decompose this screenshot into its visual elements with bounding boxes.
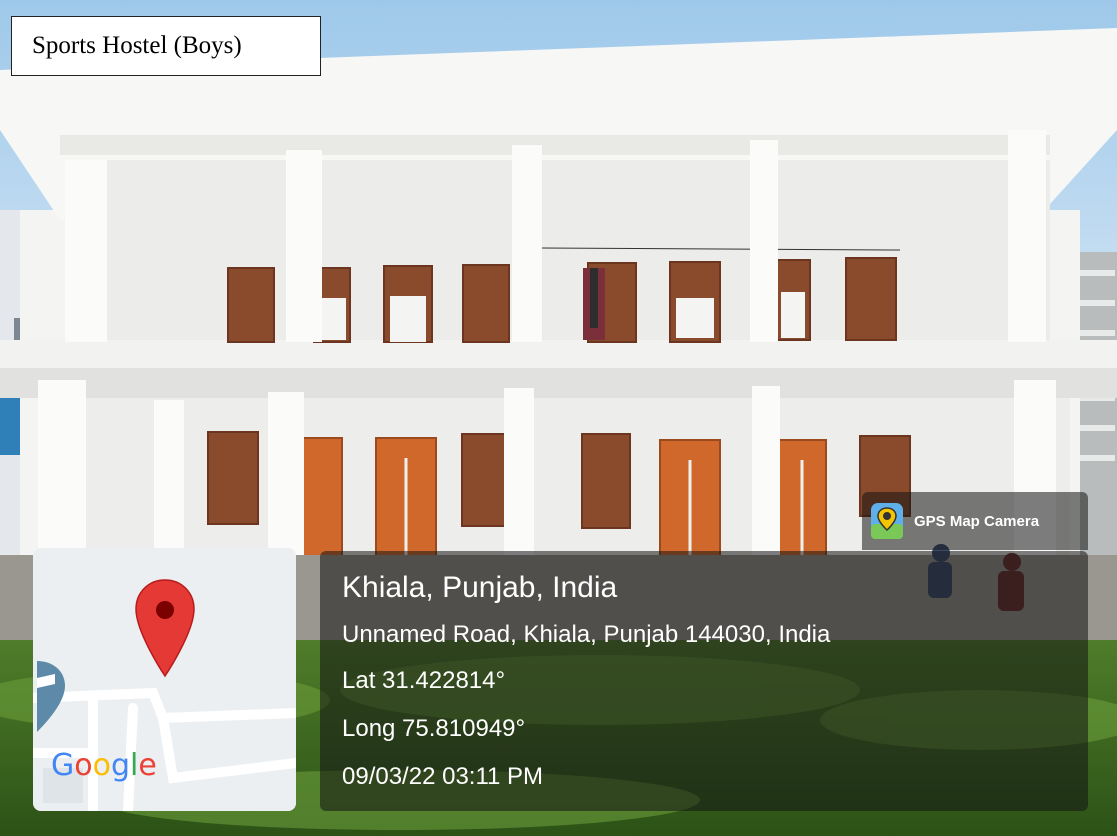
- latitude-value: Lat 31.422814°: [342, 667, 506, 694]
- location-title: Khiala, Punjab, India: [342, 571, 618, 604]
- google-logo: Google: [51, 748, 157, 783]
- gps-map-camera-label: GPS Map Camera: [914, 512, 1040, 530]
- google-logo-letter: o: [92, 748, 111, 783]
- location-info-panel: Khiala, Punjab, India Unnamed Road, Khia…: [320, 551, 1088, 811]
- datetime-value: 09/03/22 03:11 PM: [342, 763, 544, 790]
- education-place-icon: [37, 661, 65, 732]
- google-logo-letter: g: [110, 748, 131, 783]
- location-pin-icon: [135, 579, 195, 678]
- google-logo-letter: G: [51, 748, 75, 783]
- gps-map-camera-icon: [871, 503, 903, 539]
- longitude-value: Long 75.810949°: [342, 715, 526, 742]
- location-address: Unnamed Road, Khiala, Punjab 144030, Ind…: [342, 621, 831, 648]
- gps-map-camera-badge: GPS Map Camera: [862, 492, 1088, 550]
- photo-scene: Sports Hostel (Boys) GPS Map Camera Goog…: [0, 0, 1117, 836]
- map-thumbnail: Google: [33, 548, 296, 811]
- google-logo-letter: o: [74, 748, 93, 783]
- photo-caption: Sports Hostel (Boys): [11, 16, 321, 76]
- google-logo-letter: e: [138, 748, 157, 783]
